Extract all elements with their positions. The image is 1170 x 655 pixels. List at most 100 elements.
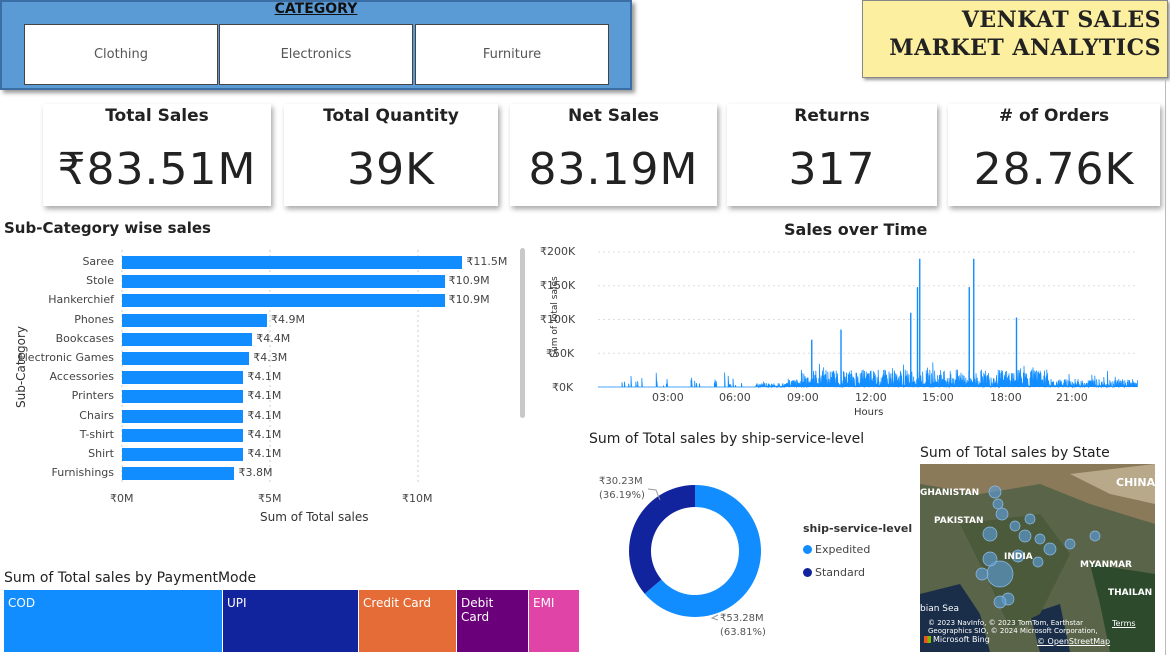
kpi-value: 28.76K: [973, 144, 1135, 195]
page-edge-divider: [1165, 80, 1166, 655]
map-state-bubble[interactable]: [995, 507, 1009, 521]
subcat-bar-chart: Saree ₹11.5M Stole ₹10.9M Hankerchief ₹10.9M P…: [0, 250, 530, 530]
microsoft-logo-icon: [924, 636, 931, 643]
donut-expedited-pct: (63.81%): [720, 627, 766, 638]
subcat-scrollbar[interactable]: [520, 248, 525, 418]
donut-standard-value: ₹30.23M: [599, 476, 643, 487]
subcat-data-label: ₹10.9M: [448, 293, 490, 307]
map-label-afghanistan: GHANISTAN: [920, 488, 980, 498]
subcat-data-label: ₹4.1M: [247, 389, 282, 403]
map-state-bubble[interactable]: [982, 551, 998, 567]
subcat-bar[interactable]: [122, 390, 244, 404]
kpi-value: 39K: [347, 144, 435, 195]
kpi-label: Total Quantity: [323, 106, 459, 126]
map-label-arabian-sea: bian Sea: [920, 604, 960, 614]
category-furniture-button[interactable]: Furniture: [415, 24, 609, 85]
legend-expedited[interactable]: Expedited: [803, 543, 870, 556]
subcat-category-label: Phones: [74, 312, 114, 326]
payment-chart-title: Sum of Total sales by PaymentMode: [4, 570, 257, 586]
map-label-myanmar: MYANMAR: [1080, 560, 1132, 570]
subcat-data-label: ₹4.1M: [247, 408, 282, 422]
time-y-tick-200k: ₹200K: [540, 245, 576, 258]
treemap-upi[interactable]: UPI: [223, 590, 358, 652]
donut-standard-pct: (36.19%): [599, 490, 645, 501]
subcat-data-label: ₹10.9M: [448, 274, 490, 288]
legend-standard-dot: [803, 568, 812, 577]
map-state-bubble[interactable]: [1064, 538, 1076, 550]
subcat-bar[interactable]: [122, 409, 244, 423]
kpi-net-sales: Net Sales 83.19M: [510, 104, 717, 206]
subcat-bar[interactable]: [122, 313, 268, 327]
kpi-total-sales: Total Sales ₹83.51M: [43, 104, 271, 206]
time-x-tick-0900: 09:00: [787, 391, 819, 404]
subcat-bar[interactable]: [122, 352, 250, 365]
subcat-data-label: ₹4.1M: [247, 447, 282, 460]
treemap-debit-card[interactable]: Debit Card: [457, 590, 528, 652]
state-map[interactable]: GHANISTAN PAKISTAN INDIA MYANMAR CHINA T…: [920, 464, 1155, 652]
time-x-tick-1200: 12:00: [855, 391, 887, 404]
legend-expedited-label: Expedited: [815, 543, 871, 556]
subcat-category-label: Printers: [71, 389, 114, 403]
subcat-bar[interactable]: [122, 332, 253, 346]
category-clothing-button[interactable]: Clothing: [24, 24, 218, 85]
category-title: CATEGORY: [274, 1, 358, 17]
subcat-category-label: Bookcases: [55, 331, 114, 345]
map-state-bubble[interactable]: [1024, 513, 1036, 525]
dashboard-title-box: VENKAT SALES MARKET ANALYTICS: [862, 0, 1168, 78]
subcat-category-label: T-shirt: [79, 427, 114, 441]
map-state-bubble[interactable]: [975, 567, 989, 581]
treemap-emi[interactable]: EMI: [529, 590, 579, 652]
subcat-bar[interactable]: [122, 275, 445, 289]
map-state-bubble[interactable]: [1043, 542, 1057, 556]
kpi-label: Returns: [794, 106, 870, 126]
dashboard-title-line2: MARKET ANALYTICS: [889, 35, 1161, 61]
subcat-bar[interactable]: [122, 294, 445, 308]
map-label-india: INDIA: [1004, 552, 1033, 562]
time-x-tick-0600: 06:00: [719, 391, 751, 404]
subcat-data-label: ₹4.3M: [253, 351, 288, 364]
map-state-bubble[interactable]: [982, 526, 998, 542]
map-terms-link[interactable]: Terms: [1112, 619, 1136, 628]
map-state-bubble[interactable]: [993, 595, 1007, 609]
time-y-tick-50k: ₹50K: [546, 347, 575, 360]
donut-slice-standard[interactable]: [629, 485, 695, 594]
legend-standard[interactable]: Standard: [803, 566, 865, 579]
map-label-pakistan: PAKISTAN: [934, 516, 984, 526]
subcat-x-tick-2: ₹10M: [402, 492, 433, 505]
subcat-category-label: Furnishings: [51, 466, 115, 480]
subcat-bar[interactable]: [122, 448, 244, 461]
subcat-category-label: Stole: [86, 274, 114, 288]
map-state-bubble[interactable]: [1018, 529, 1032, 543]
map-state-bubble[interactable]: [1034, 533, 1046, 545]
kpi-label: # of Orders: [998, 106, 1110, 126]
kpi-value: 317: [788, 144, 876, 195]
map-state-bubble[interactable]: [992, 498, 1004, 510]
time-x-tick-2100: 21:00: [1056, 391, 1088, 404]
subcat-bar[interactable]: [122, 371, 244, 385]
subcat-x-tick-1: ₹5M: [258, 492, 282, 505]
ship-chart-title: Sum of Total sales by ship-service-level: [589, 431, 865, 447]
treemap-cod[interactable]: COD: [4, 590, 222, 652]
treemap-credit-card[interactable]: Credit Card: [359, 590, 456, 652]
time-x-tick-1500: 15:00: [922, 391, 954, 404]
time-y-tick-100k: ₹100K: [540, 313, 576, 326]
subcat-data-label: ₹4.9M: [271, 312, 306, 326]
subcat-data-label: ₹3.8M: [238, 466, 273, 480]
subcat-data-label: ₹4.4M: [256, 331, 291, 345]
map-state-bubble[interactable]: [1009, 520, 1021, 532]
subcat-data-label: ₹11.5M: [466, 255, 508, 268]
category-electronics-button[interactable]: Electronics: [219, 24, 413, 85]
map-state-bubble[interactable]: [988, 485, 1002, 499]
subcat-bar[interactable]: [122, 428, 244, 442]
map-state-bubble[interactable]: [1089, 530, 1101, 542]
map-osm-link[interactable]: © OpenStreetMap: [1037, 637, 1110, 646]
kpi-returns: Returns 317: [727, 104, 937, 206]
subcat-bar[interactable]: [122, 256, 463, 269]
subcat-category-label: Chairs: [79, 408, 114, 422]
kpi-total-quantity: Total Quantity 39K: [284, 104, 498, 206]
map-state-bubble[interactable]: [1032, 556, 1044, 568]
kpi-value: ₹83.51M: [57, 144, 257, 195]
subcat-bar[interactable]: [122, 467, 235, 481]
subcat-x-tick-0: ₹0M: [110, 492, 134, 505]
time-line-chart: [598, 251, 1138, 389]
